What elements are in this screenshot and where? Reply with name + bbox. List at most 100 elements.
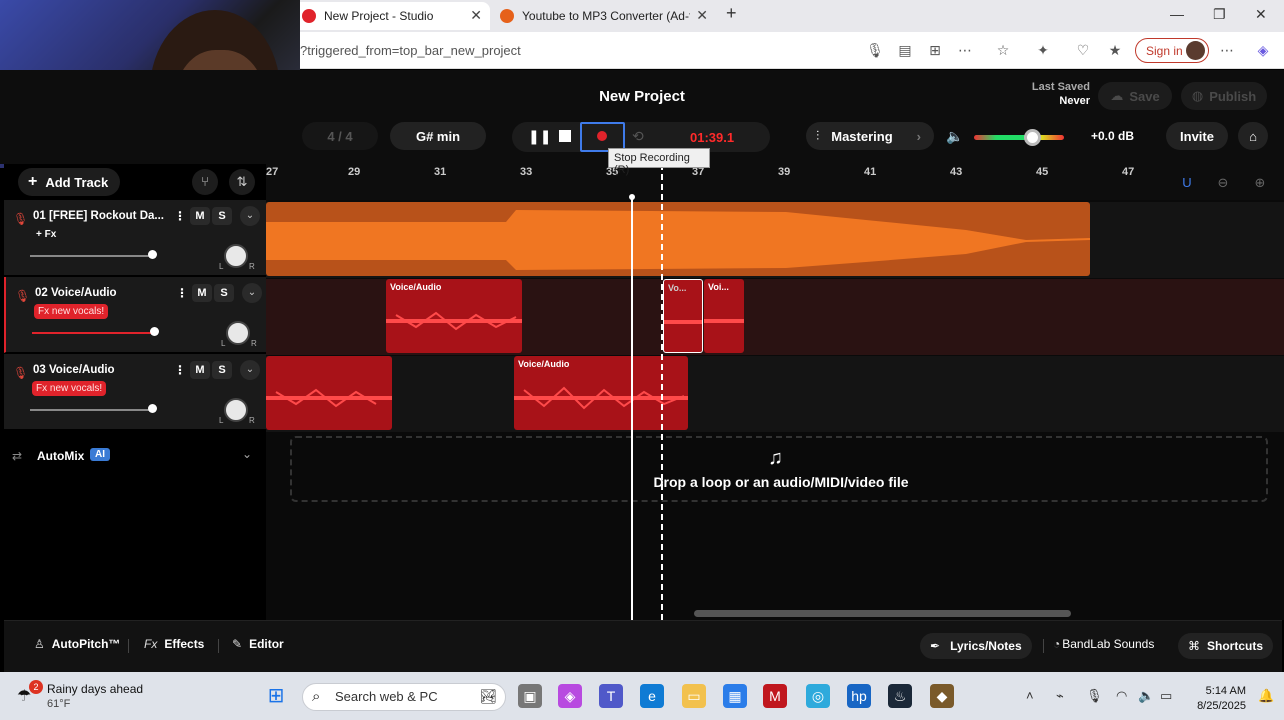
- windows-start-icon[interactable]: ⊞: [264, 684, 288, 708]
- reader-icon[interactable]: ▤: [896, 41, 914, 59]
- automix-row[interactable]: ⇄ AutoMix AI ⌄: [4, 440, 266, 470]
- clock[interactable]: 5:14 AM 8/25/2025: [1186, 684, 1246, 714]
- track-lane[interactable]: [266, 202, 1284, 278]
- track-row[interactable]: 🎙 01 [FREE] Rockout Da... + Fx ⋮ M S ⌄ L…: [4, 200, 266, 276]
- bandlab-sounds-button[interactable]: ◔ BandLab Sounds: [1053, 637, 1154, 651]
- file-explorer-icon[interactable]: ▭: [682, 684, 706, 708]
- more-tools-icon[interactable]: ⋯: [956, 41, 974, 59]
- audio-clip[interactable]: [266, 202, 1090, 276]
- restore-icon[interactable]: ❐: [1213, 6, 1226, 23]
- solo-button[interactable]: S: [214, 284, 234, 302]
- track-row[interactable]: 🎙 03 Voice/Audio Fx new vocals! ⋮ M S ⌄ …: [4, 354, 266, 430]
- tab-new-project[interactable]: New Project - Studio ✕: [292, 2, 490, 30]
- volume-icon[interactable]: 🔈: [1138, 688, 1154, 704]
- fader-knob[interactable]: [149, 327, 159, 336]
- tuning-fork-icon[interactable]: ⑂: [192, 169, 218, 195]
- project-title[interactable]: New Project: [0, 88, 1284, 105]
- steam-icon[interactable]: ♨: [888, 684, 912, 708]
- solo-button[interactable]: S: [212, 207, 232, 225]
- track-volume-fader[interactable]: [32, 332, 156, 334]
- close-icon[interactable]: ✕: [696, 7, 708, 24]
- track-lane[interactable]: Voice/Audio Vo... Voi...: [266, 279, 1284, 355]
- pan-knob[interactable]: [226, 321, 250, 345]
- chevron-up-icon[interactable]: ˄: [1026, 688, 1034, 703]
- chevron-down-icon[interactable]: ⌄: [240, 206, 260, 226]
- copilot-icon[interactable]: ◈: [1254, 41, 1272, 59]
- favorite-star-icon[interactable]: ☆: [994, 41, 1012, 59]
- playhead[interactable]: [631, 198, 633, 620]
- new-tab-icon[interactable]: +: [726, 3, 737, 24]
- shortcuts-button[interactable]: ⌘ Shortcuts: [1178, 633, 1274, 659]
- battery-icon[interactable]: ▭: [1160, 688, 1172, 704]
- track-menu-icon[interactable]: ⋮: [174, 209, 186, 223]
- track-lane[interactable]: Voice/Audio: [266, 356, 1284, 432]
- arrangement-icon[interactable]: ⇅: [229, 169, 255, 195]
- zoom-in-icon[interactable]: ⊕: [1247, 170, 1273, 196]
- window-close-icon[interactable]: ✕: [1255, 6, 1267, 23]
- invite-button[interactable]: Invite: [1166, 122, 1228, 150]
- master-volume-slider[interactable]: [974, 135, 1064, 140]
- track-name[interactable]: 03 Voice/Audio: [33, 364, 173, 376]
- audio-clip[interactable]: [266, 356, 392, 430]
- game-app-icon[interactable]: ◆: [930, 684, 954, 708]
- autopitch-button[interactable]: ♙ AutoPitch™: [34, 637, 120, 651]
- solo-button[interactable]: S: [212, 361, 232, 379]
- audio-clip-selected[interactable]: Vo...: [663, 279, 703, 353]
- fader-knob[interactable]: [147, 250, 157, 259]
- copilot-app-icon[interactable]: ◈: [558, 684, 582, 708]
- audio-clip[interactable]: Voi...: [704, 279, 744, 353]
- publish-button[interactable]: ◍ Publish: [1181, 82, 1267, 110]
- pan-knob[interactable]: [224, 398, 248, 422]
- gift-icon[interactable]: ⌂: [1238, 122, 1268, 150]
- add-track-button[interactable]: + Add Track: [18, 168, 120, 196]
- close-icon[interactable]: ✕: [470, 7, 482, 24]
- track-volume-fader[interactable]: [30, 409, 154, 411]
- edge-icon[interactable]: e: [640, 684, 664, 708]
- weather-widget[interactable]: ☂ 2 Rainy days ahead 61°F: [17, 680, 143, 710]
- lyrics-notes-button[interactable]: ✒ Lyrics/Notes: [920, 633, 1032, 659]
- key-selector[interactable]: G# min: [390, 122, 486, 150]
- track-row[interactable]: 🎙 02 Voice/Audio Fx new vocals! ⋮ M S ⌄ …: [4, 277, 266, 353]
- tab-youtube-converter[interactable]: Youtube to MP3 Converter (Ad-fr ✕: [490, 2, 716, 30]
- mastering-button[interactable]: ⫶ Mastering ›: [806, 122, 934, 150]
- teams-icon[interactable]: T: [599, 684, 623, 708]
- microphone-icon[interactable]: 🎙: [866, 41, 884, 59]
- taskbar-search[interactable]: ⌕ Search web & PC 🏞: [302, 683, 506, 711]
- chevron-down-icon[interactable]: ⌄: [240, 360, 260, 380]
- effects-button[interactable]: Fx Effects: [144, 637, 204, 651]
- browser-essentials-icon[interactable]: ♡: [1074, 41, 1092, 59]
- mute-button[interactable]: M: [190, 207, 210, 225]
- fader-knob[interactable]: [147, 404, 157, 413]
- network-off-icon[interactable]: ⌁: [1056, 688, 1064, 704]
- track-name[interactable]: 02 Voice/Audio: [35, 287, 175, 299]
- loop-icon[interactable]: ⟲: [632, 128, 644, 145]
- store-icon[interactable]: ▦: [723, 684, 747, 708]
- time-signature[interactable]: 4 / 4: [302, 122, 378, 150]
- menu-icon[interactable]: ⋯: [1218, 41, 1236, 59]
- microphone-icon[interactable]: 🎙: [1086, 688, 1103, 704]
- drop-zone[interactable]: ♫ Drop a loop or an audio/MIDI/video fil…: [290, 436, 1268, 502]
- chrome-icon[interactable]: ◎: [806, 684, 830, 708]
- wifi-icon[interactable]: ◠: [1116, 688, 1127, 704]
- editor-button[interactable]: ✎ Editor: [232, 637, 284, 651]
- timeline[interactable]: 27 29 31 33 35 37 39 41 43 45 47 U ⊖ ⊕ V…: [266, 164, 1284, 620]
- speaker-icon[interactable]: 🔈: [946, 128, 963, 145]
- url-field[interactable]: ?triggered_from=top_bar_new_project: [300, 43, 521, 58]
- notifications-icon[interactable]: 🔔: [1258, 688, 1274, 704]
- favorites-icon[interactable]: ★: [1106, 41, 1124, 59]
- master-volume-knob[interactable]: [1024, 129, 1042, 146]
- pause-icon[interactable]: ❚❚: [528, 128, 551, 145]
- chevron-down-icon[interactable]: ⌄: [242, 283, 262, 303]
- mcafee-icon[interactable]: M: [763, 684, 787, 708]
- sign-in-button[interactable]: Sign in: [1135, 38, 1209, 63]
- track-menu-icon[interactable]: ⋮: [176, 286, 188, 300]
- save-button[interactable]: ☁ Save: [1098, 82, 1172, 110]
- zoom-out-icon[interactable]: ⊖: [1210, 170, 1236, 196]
- mute-button[interactable]: M: [190, 361, 210, 379]
- timeline-ruler[interactable]: 27 29 31 33 35 37 39 41 43 45 47 U ⊖ ⊕: [266, 164, 1284, 200]
- horizontal-scrollbar[interactable]: [694, 610, 1071, 617]
- task-view-icon[interactable]: ▣: [518, 684, 542, 708]
- extensions-icon[interactable]: ✦: [1034, 41, 1052, 59]
- track-name[interactable]: 01 [FREE] Rockout Da...: [33, 210, 173, 222]
- pan-knob[interactable]: [224, 244, 248, 268]
